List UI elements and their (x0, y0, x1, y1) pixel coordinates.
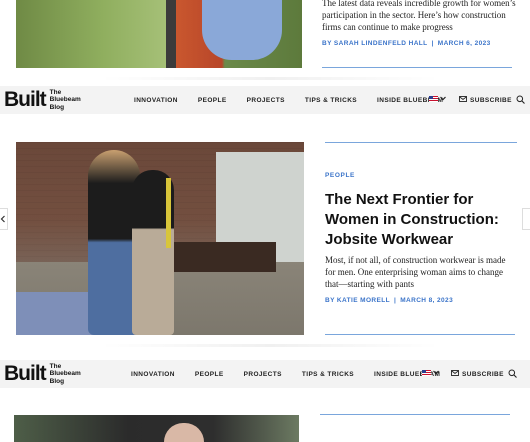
us-flag-icon[interactable] (422, 370, 431, 376)
nav-link-people[interactable]: PEOPLE (198, 97, 227, 104)
article-category-link[interactable]: PEOPLE (325, 172, 355, 179)
logo-subtitle-line: Blog (49, 377, 65, 385)
article-byline: BY KATIE MORELL | MARCH 8, 2023 (325, 297, 453, 304)
search-icon[interactable] (516, 95, 525, 104)
mail-icon (459, 96, 467, 102)
nav-link-people[interactable]: PEOPLE (195, 371, 224, 378)
article-excerpt: The latest data reveals incredible growt… (322, 0, 516, 32)
site-logo[interactable]: Built The Bluebeam Blog (4, 87, 81, 113)
article-title[interactable]: The Next Frontier for Women in Construct… (325, 190, 515, 250)
site-logo[interactable]: Built The Bluebeam Blog (4, 361, 81, 387)
us-flag-icon[interactable] (429, 96, 438, 102)
article-image-construction-worker[interactable] (16, 0, 302, 68)
logo-subtitle-line: The (49, 88, 62, 96)
image-detail (166, 178, 171, 248)
logo-subtitle-line: Blog (49, 103, 65, 111)
article-byline: BY SARAH LINDENFELD HALL | MARCH 6, 2023 (322, 40, 491, 47)
nav-link-innovation[interactable]: INNOVATION (134, 97, 178, 104)
logo-subtitle-line: Bluebeam (49, 370, 81, 378)
chevron-left-icon (0, 215, 5, 223)
logo-subtitle-line: Bluebeam (49, 96, 81, 104)
subscribe-link[interactable]: SUBSCRIBE (470, 86, 512, 114)
divider (322, 67, 512, 68)
article-date: MARCH 8, 2023 (400, 297, 454, 304)
divider (100, 77, 440, 80)
divider (320, 414, 510, 415)
nav-link-projects[interactable]: PROJECTS (244, 371, 282, 378)
site-navbar: Built The Bluebeam Blog INNOVATION PEOPL… (0, 86, 530, 114)
chevron-down-icon[interactable] (432, 368, 440, 376)
image-detail (166, 242, 276, 272)
subscribe-link[interactable]: SUBSCRIBE (462, 360, 504, 388)
image-detail (202, 0, 282, 60)
divider (100, 344, 440, 347)
logo-subtitle-line: The (49, 362, 62, 370)
logo-wordmark: Built (4, 88, 47, 111)
article-excerpt: Most, if not all, of construction workwe… (325, 255, 506, 289)
nav-links: INNOVATION PEOPLE PROJECTS TIPS & TRICKS… (134, 86, 463, 114)
article-date: MARCH 6, 2023 (437, 40, 491, 47)
site-navbar: Built The Bluebeam Blog INNOVATION PEOPL… (0, 360, 530, 388)
byline-separator: | (393, 297, 397, 304)
mail-icon (451, 370, 459, 376)
nav-links: INNOVATION PEOPLE PROJECTS TIPS & TRICKS… (131, 360, 460, 388)
author-link[interactable]: BY SARAH LINDENFELD HALL (322, 40, 428, 47)
nav-link-projects[interactable]: PROJECTS (247, 97, 285, 104)
article-image[interactable] (14, 415, 299, 442)
logo-wordmark: Built (4, 362, 47, 385)
divider (325, 142, 517, 143)
logo-subtitle: The Bluebeam Blog (50, 363, 81, 386)
carousel-next-button[interactable] (522, 208, 530, 230)
logo-subtitle: The Bluebeam Blog (50, 89, 81, 112)
author-link[interactable]: BY KATIE MORELL (325, 297, 390, 304)
image-detail (164, 423, 204, 442)
chevron-down-icon[interactable] (439, 94, 447, 102)
image-detail (166, 0, 176, 68)
nav-link-tips-tricks[interactable]: TIPS & TRICKS (302, 371, 354, 378)
divider (325, 334, 515, 335)
nav-link-tips-tricks[interactable]: TIPS & TRICKS (305, 97, 357, 104)
search-icon[interactable] (508, 369, 517, 378)
article-image-women-workwear[interactable] (16, 142, 304, 335)
nav-link-innovation[interactable]: INNOVATION (131, 371, 175, 378)
byline-separator: | (431, 40, 434, 47)
carousel-prev-button[interactable] (0, 208, 8, 230)
